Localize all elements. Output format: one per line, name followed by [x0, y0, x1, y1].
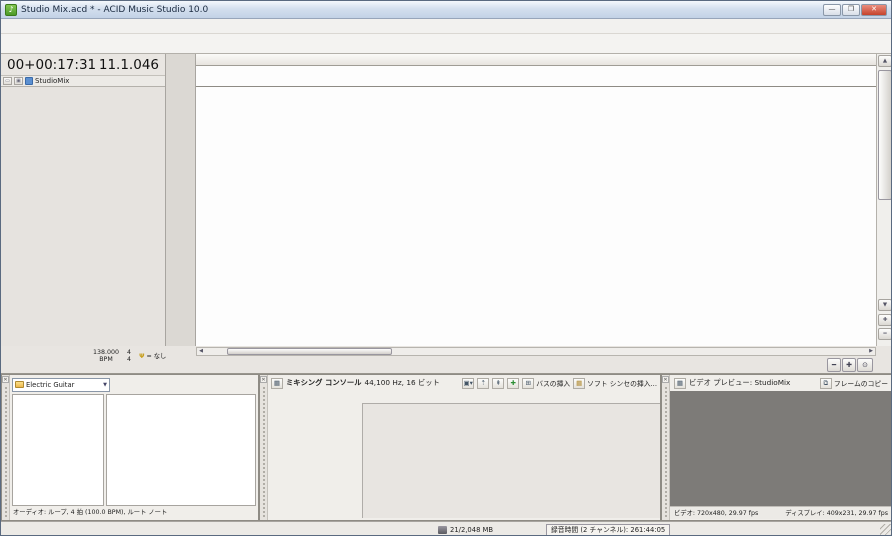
tempo-box[interactable]: 138.000BPM 44 Ψ = なし — [93, 349, 166, 363]
position-display[interactable]: 11.1.046 — [99, 57, 159, 73]
folder-icon — [15, 381, 24, 388]
menubar — [1, 19, 891, 34]
key-strip — [166, 54, 196, 346]
timesig-bottom[interactable]: 4 — [127, 356, 131, 363]
video-preview-icon: ▦ — [674, 378, 686, 389]
master-bus-name: StudioMix — [35, 77, 69, 85]
explorer-folder-tree[interactable] — [12, 394, 104, 506]
app-icon: ♪ — [5, 4, 17, 16]
time-display[interactable]: 00+00:17:31 11.1.046 — [1, 54, 165, 76]
synth-icon: ▦ — [573, 378, 585, 389]
video-preview-title: ビデオ プレビュー: StudioMix — [689, 378, 790, 388]
hscroll-left-icon[interactable]: ◀ — [197, 348, 205, 355]
scroll-up-icon[interactable]: ▲ — [878, 55, 892, 67]
bpm-label: BPM — [99, 356, 113, 363]
docking-area: ✕ Electric Guitar ▼ オーディオ: ループ, 4 拍 (100.… — [1, 374, 892, 521]
master-bus-color-chip — [25, 77, 33, 85]
zoom-in-track-icon[interactable]: ✚ — [878, 314, 892, 326]
close-button[interactable]: ✕ — [861, 4, 887, 16]
mixer-title: ミキシング コンソール — [286, 378, 362, 388]
zoom-out-time-icon[interactable]: ━ — [827, 358, 841, 372]
maximize-button[interactable]: ❐ — [842, 4, 860, 16]
hscroll-right-icon[interactable]: ▶ — [867, 348, 875, 355]
video-format-status: ビデオ: 720x480, 29.97 fps — [674, 508, 758, 518]
fader-up-icon[interactable]: ⇡ — [477, 378, 489, 389]
timeline-ruler[interactable] — [196, 54, 876, 66]
minimize-button[interactable]: — — [823, 4, 841, 16]
plugin-icon[interactable]: ✚ — [507, 378, 519, 389]
video-preview-pane: ✕ ▦ ビデオ プレビュー: StudioMix ⧉フレームのコピー ビデオ: … — [661, 374, 892, 521]
tracklist-restore-icon[interactable]: ▣ — [14, 77, 23, 85]
video-track[interactable] — [196, 66, 876, 87]
video-preview-frame — [670, 391, 892, 506]
explorer-pane: ✕ Electric Guitar ▼ オーディオ: ループ, 4 拍 (100.… — [1, 374, 259, 521]
mixer-pane: ✕ ▦ ミキシング コンソール 44,100 Hz, 16 ビット ▣▾ ⇡ ⇞… — [259, 374, 661, 521]
copy-frame-button[interactable]: ⧉フレームのコピー — [820, 378, 888, 389]
fader-reset-icon[interactable]: ⇞ — [492, 378, 504, 389]
vscroll-thumb[interactable] — [878, 70, 892, 200]
hscroll-thumb[interactable] — [227, 348, 392, 355]
record-time-status: 録音時間 (2 チャンネル): 261:44:05 — [546, 524, 670, 535]
workspace: 00+00:17:31 11.1.046 ▭ ▣ StudioMix ▲ ▼ ✚… — [1, 54, 892, 346]
bus-icon: ⊞ — [522, 378, 534, 389]
zoom-tool-corner-icon[interactable]: ⊙ — [857, 358, 873, 372]
explorer-dock-handle[interactable]: ✕ — [2, 375, 10, 520]
vertical-scrollbar[interactable]: ▲ ▼ ✚ ━ — [876, 54, 892, 346]
meter-range-dropdown[interactable]: ▣▾ — [462, 378, 474, 389]
transport-bar: 138.000BPM 44 Ψ = なし ◀ ▶ ━ ✚ ⊙ — [1, 346, 892, 374]
track-list: 00+00:17:31 11.1.046 ▭ ▣ StudioMix — [1, 54, 166, 346]
copy-frame-icon: ⧉ — [820, 378, 832, 389]
video-close-icon[interactable]: ✕ — [662, 376, 669, 383]
titlebar[interactable]: ♪ Studio Mix.acd * - ACID Music Studio 1… — [1, 1, 891, 19]
tracklist-minimize-icon[interactable]: ▭ — [3, 77, 12, 85]
key-icon: Ψ — [139, 353, 144, 360]
timesig-top[interactable]: 4 — [127, 349, 131, 356]
mixer-close-icon[interactable]: ✕ — [260, 376, 267, 383]
explorer-file-list[interactable] — [106, 394, 256, 506]
window-title: Studio Mix.acd * - ACID Music Studio 10.… — [21, 5, 208, 15]
chevron-down-icon: ▼ — [103, 382, 107, 388]
zoom-out-track-icon[interactable]: ━ — [878, 328, 892, 340]
timecode-display[interactable]: 00+00:17:31 — [7, 57, 96, 73]
main-toolbar — [1, 34, 891, 54]
resize-grip[interactable] — [880, 524, 892, 536]
master-bus-row[interactable]: ▭ ▣ StudioMix — [1, 76, 165, 87]
status-bar: 21/2,048 MB 録音時間 (2 チャンネル): 261:44:05 — [1, 521, 892, 536]
app-window: ♪ Studio Mix.acd * - ACID Music Studio 1… — [0, 0, 892, 536]
explorer-status: オーディオ: ループ, 4 拍 (100.0 BPM), ルート ノート — [10, 506, 258, 518]
bpm-value[interactable]: 138.000 — [93, 349, 119, 356]
explorer-address-value: Electric Guitar — [26, 381, 74, 389]
display-format-status: ディスプレイ: 409x231, 29.97 fps — [785, 508, 888, 518]
mixer-dock-handle[interactable]: ✕ — [260, 375, 268, 520]
mixer-format: 44,100 Hz, 16 ビット — [365, 378, 440, 388]
insert-softsynth-button[interactable]: ▦ソフト シンセの挿入... — [573, 378, 657, 389]
key-value[interactable]: = なし — [146, 353, 166, 360]
scroll-down-icon[interactable]: ▼ — [878, 299, 892, 311]
zoom-in-time-icon[interactable]: ✚ — [842, 358, 856, 372]
video-dock-handle[interactable]: ✕ — [662, 375, 670, 520]
explorer-address-dropdown[interactable]: Electric Guitar ▼ — [12, 378, 110, 392]
explorer-close-icon[interactable]: ✕ — [2, 376, 9, 383]
insert-bus-button[interactable]: ⊞バスの挿入 — [522, 378, 570, 389]
mixer-icon: ▦ — [271, 378, 283, 389]
memory-status: 21/2,048 MB — [438, 524, 493, 535]
horizontal-scrollbar[interactable]: ◀ ▶ — [196, 347, 876, 356]
timeline[interactable] — [196, 54, 876, 346]
disk-icon — [438, 526, 447, 534]
